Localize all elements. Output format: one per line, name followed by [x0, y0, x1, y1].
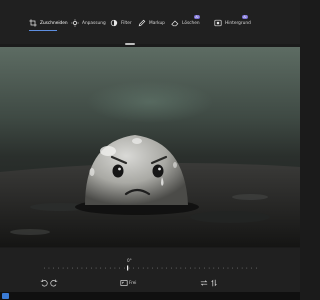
ruler-tick — [232, 267, 233, 269]
ruler-tick — [133, 267, 135, 269]
ruler-tick — [58, 267, 59, 269]
ruler-tick — [180, 267, 182, 269]
rotate-right-icon[interactable] — [50, 279, 58, 287]
droplet-photo — [0, 135, 300, 247]
ruler-tick — [48, 267, 50, 269]
ruler-tick — [105, 267, 106, 269]
filter-icon — [110, 19, 118, 27]
ruler-tick — [204, 267, 205, 269]
ai-badge: AI — [242, 15, 248, 19]
active-tab-indicator — [29, 30, 57, 31]
tool-background-label: Hintergrund — [225, 20, 251, 26]
ruler-tick — [124, 267, 125, 269]
rotate-left-icon[interactable] — [40, 279, 48, 287]
crop-handle-top[interactable] — [125, 43, 135, 45]
ruler-tick — [44, 267, 45, 269]
ruler-tick — [81, 267, 83, 269]
ruler-tick — [166, 267, 167, 269]
taskbar — [0, 292, 300, 300]
flip-horizontal-icon[interactable] — [200, 279, 208, 287]
ruler-tick — [223, 267, 224, 269]
rotation-thumb[interactable] — [127, 265, 129, 271]
rotation-slider[interactable] — [42, 265, 258, 271]
ruler-tick — [109, 267, 111, 269]
tool-adjust-label: Anpassung — [82, 20, 106, 26]
tool-markup-label: Markup — [149, 20, 165, 26]
ruler-tick — [157, 267, 158, 269]
ruler-tick — [138, 267, 139, 269]
ruler-tick — [95, 267, 97, 269]
ruler-tick — [114, 267, 116, 269]
ruler-tick — [241, 267, 243, 269]
ai-badge: AI — [194, 15, 200, 19]
ruler-tick — [76, 267, 78, 269]
background-icon — [214, 19, 222, 27]
aspect-ratio-icon[interactable] — [120, 279, 128, 287]
ruler-tick — [171, 267, 172, 269]
tool-background[interactable]: Hintergrund AI — [214, 15, 251, 29]
ruler-tick — [86, 267, 87, 269]
ruler-tick — [237, 267, 238, 269]
ruler-tick — [53, 267, 54, 269]
markup-icon — [138, 19, 146, 27]
ruler-tick — [147, 267, 149, 269]
aspect-ratio-label[interactable]: Frei — [129, 280, 136, 285]
ruler-tick — [246, 267, 248, 269]
ruler-tick — [62, 267, 64, 269]
ruler-tick — [227, 267, 229, 269]
tool-crop[interactable]: Zuschneiden — [29, 17, 68, 29]
tool-filter-label: Filter — [121, 20, 132, 26]
erase-icon — [171, 19, 179, 27]
ruler-tick — [72, 267, 73, 269]
rotation-angle: 0° — [127, 258, 132, 263]
ruler-tick — [190, 267, 191, 269]
ruler-tick — [194, 267, 196, 269]
ruler-tick — [251, 267, 252, 269]
adjust-icon — [71, 19, 79, 27]
ruler-tick — [91, 267, 92, 269]
ruler-tick — [142, 267, 144, 269]
ruler-tick — [199, 267, 200, 269]
ruler-tick — [218, 267, 219, 269]
tool-erase[interactable]: Löschen AI — [171, 15, 200, 29]
ruler-tick — [161, 267, 163, 269]
tool-adjust[interactable]: Anpassung — [71, 17, 106, 29]
ruler-tick — [256, 267, 257, 269]
ruler-tick — [128, 267, 130, 269]
flip-vertical-icon[interactable] — [210, 279, 218, 287]
ruler-tick — [175, 267, 177, 269]
tool-markup[interactable]: Markup — [138, 17, 165, 29]
ruler-tick — [100, 267, 102, 269]
tool-crop-label: Zuschneiden — [40, 20, 68, 26]
ruler-tick — [185, 267, 186, 269]
crop-icon — [29, 19, 37, 27]
tool-filter[interactable]: Filter — [110, 17, 132, 29]
ruler-tick — [67, 267, 69, 269]
ruler-tick — [208, 267, 210, 269]
ruler-tick — [213, 267, 215, 269]
app-taskbar-icon[interactable] — [2, 293, 9, 299]
image-canvas[interactable] — [0, 47, 300, 247]
edit-toolbar: Zuschneiden Anpassung Filter Markup Lösc… — [0, 0, 300, 44]
ruler-tick — [152, 267, 153, 269]
tool-erase-label: Löschen — [182, 20, 200, 26]
ruler-tick — [119, 267, 120, 269]
